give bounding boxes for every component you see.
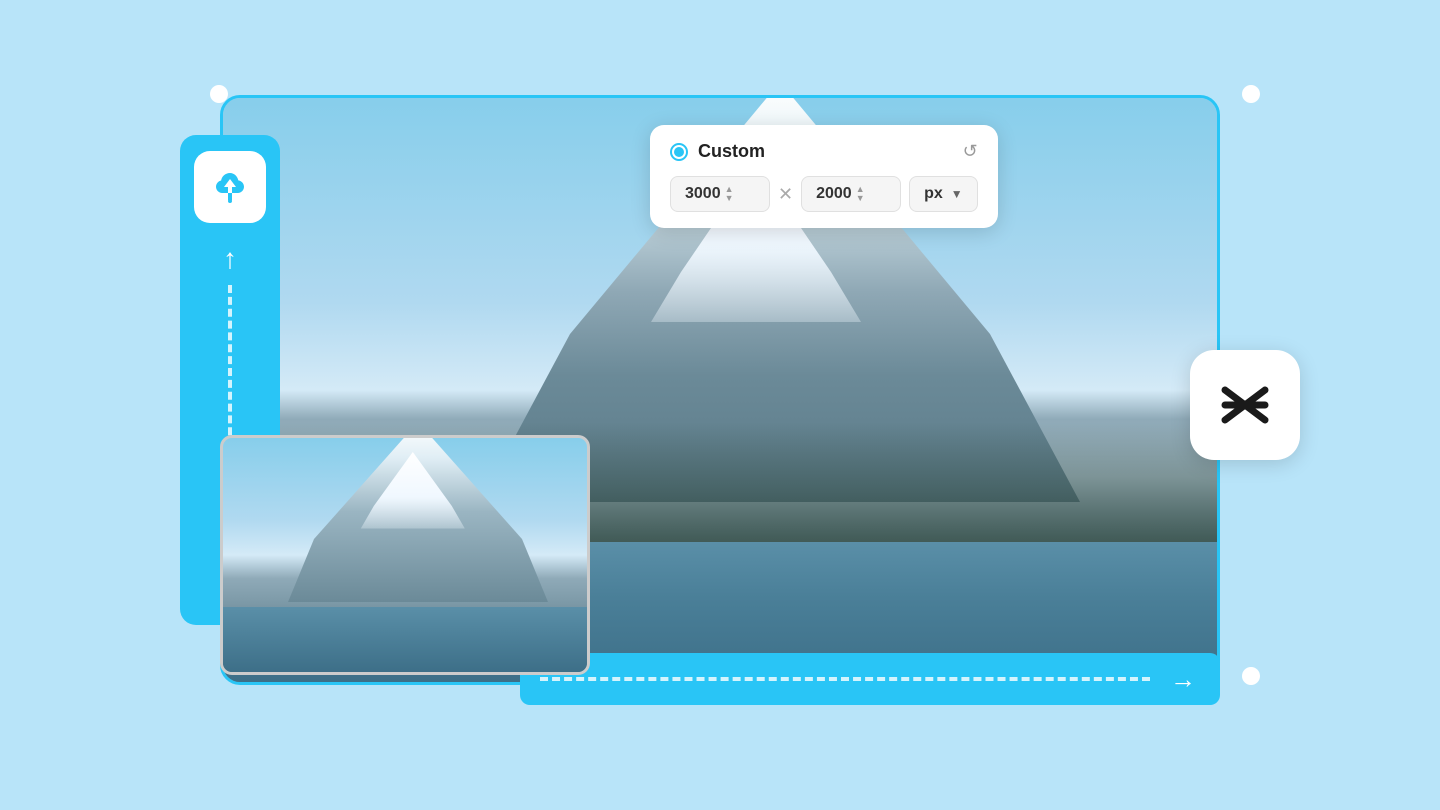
- settings-header: Custom ↺: [670, 141, 978, 162]
- width-value: 3000: [685, 185, 721, 203]
- cloud-upload-icon: [208, 165, 252, 209]
- corner-dot-bottom-right: [1242, 667, 1260, 685]
- capcut-logo-box: [1190, 350, 1300, 460]
- horizontal-dashed-line: [540, 677, 1150, 681]
- height-spinner[interactable]: ▲ ▼: [856, 185, 865, 203]
- settings-title: Custom: [698, 141, 765, 162]
- height-value: 2000: [816, 185, 852, 203]
- bottom-arrow-bar: →: [520, 653, 1220, 705]
- main-scene: ↑ Custom ↺ 3000 ▲ ▼: [120, 75, 1320, 735]
- cloud-upload-icon-box[interactable]: [194, 151, 266, 223]
- corner-dot-top-right: [1242, 85, 1260, 103]
- height-input[interactable]: 2000 ▲ ▼: [801, 176, 901, 212]
- unit-select[interactable]: px ▼: [909, 176, 978, 212]
- settings-title-row: Custom: [670, 141, 765, 162]
- corner-dot-top-left: [210, 85, 228, 103]
- arrow-right-icon: →: [1170, 664, 1196, 695]
- width-input[interactable]: 3000 ▲ ▼: [670, 176, 770, 212]
- reset-icon[interactable]: ↺: [963, 141, 978, 162]
- width-spinner[interactable]: ▲ ▼: [725, 185, 734, 203]
- thumbnail-image: [220, 435, 590, 675]
- thumb-background: [223, 438, 587, 672]
- settings-inputs: 3000 ▲ ▼ ✕ 2000 ▲ ▼ px ▼: [670, 176, 978, 212]
- thumb-water: [223, 607, 587, 672]
- chevron-down-icon: ▼: [951, 187, 963, 201]
- radio-button[interactable]: [670, 143, 688, 161]
- arrow-up-icon: ↑: [223, 243, 237, 275]
- capcut-logo-icon: [1210, 370, 1280, 440]
- unit-value: px: [924, 185, 943, 203]
- dimension-separator: ✕: [778, 184, 793, 205]
- radio-dot-inner: [674, 147, 684, 157]
- settings-panel: Custom ↺ 3000 ▲ ▼ ✕ 2000 ▲ ▼ px: [650, 125, 998, 228]
